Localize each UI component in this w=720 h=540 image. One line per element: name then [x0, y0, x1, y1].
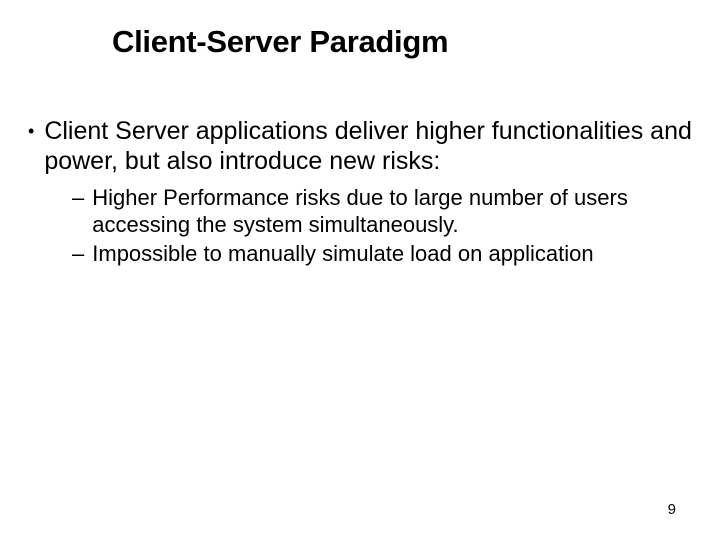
bullet-sub: – Higher Performance risks due to large … — [72, 184, 696, 238]
sub-bullet-list: – Higher Performance risks due to large … — [72, 184, 696, 267]
bullet-main: • Client Server applications deliver hig… — [24, 116, 696, 176]
bullet-main-text: Client Server applications deliver highe… — [44, 116, 696, 176]
slide-title: Client-Server Paradigm — [112, 24, 696, 60]
slide: Client-Server Paradigm • Client Server a… — [0, 0, 720, 540]
page-number: 9 — [668, 501, 676, 518]
bullet-dash-icon: – — [72, 240, 84, 267]
bullet-sub-text: Higher Performance risks due to large nu… — [92, 184, 696, 238]
bullet-dash-icon: – — [72, 184, 84, 211]
bullet-sub: – Impossible to manually simulate load o… — [72, 240, 696, 267]
bullet-sub-text: Impossible to manually simulate load on … — [92, 240, 593, 267]
bullet-dot-icon: • — [28, 116, 34, 146]
